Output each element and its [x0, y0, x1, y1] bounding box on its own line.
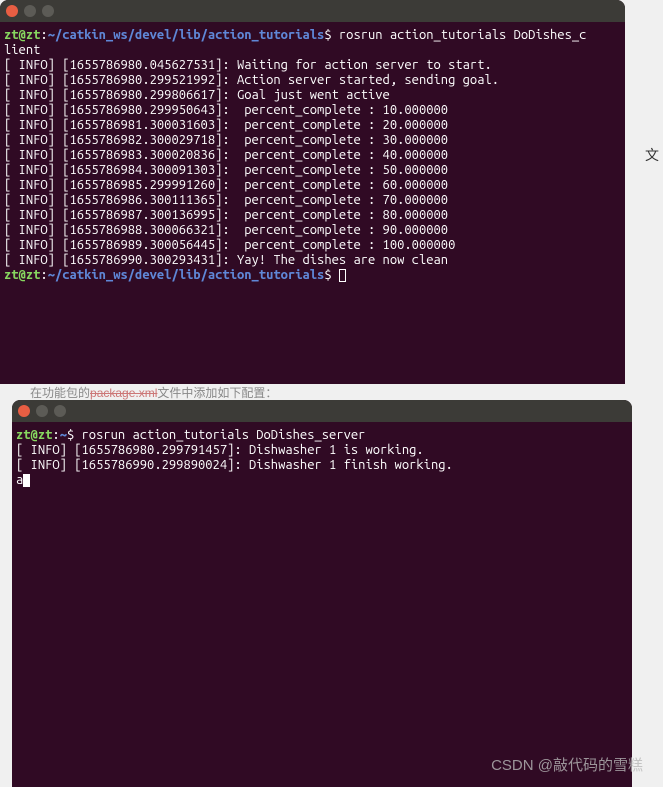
output-line: [ INFO] [1655786980.299521992]: Action s… — [4, 73, 499, 87]
background-text: 在功能包的package.xml文件中添加如下配置： — [0, 384, 663, 400]
prompt-dollar: $ — [67, 428, 74, 442]
output-line: [ INFO] [1655786986.300111365]: percent_… — [4, 193, 448, 207]
prompt-sep: : — [52, 428, 59, 442]
output-line: [ INFO] [1655786988.300066321]: percent_… — [4, 223, 448, 237]
maximize-icon[interactable] — [42, 5, 54, 17]
minimize-icon[interactable] — [36, 405, 48, 417]
output-line: [ INFO] [1655786985.299991260]: percent_… — [4, 178, 448, 192]
prompt-sep: : — [40, 268, 47, 282]
bg-link: package.xml — [90, 386, 157, 400]
terminal-body-server[interactable]: zt@zt:~$ rosrun action_tutorials DoDishe… — [12, 422, 632, 494]
close-icon[interactable] — [18, 405, 30, 417]
command-text: rosrun action_tutorials DoDishes_c — [339, 28, 587, 42]
maximize-icon[interactable] — [54, 405, 66, 417]
output-line: [ INFO] [1655786987.300136995]: percent_… — [4, 208, 448, 222]
output-line: [ INFO] [1655786981.300031603]: percent_… — [4, 118, 448, 132]
bg-suffix: 文件中添加如下配置： — [157, 386, 277, 400]
output-line: [ INFO] [1655786990.300293431]: Yay! The… — [4, 253, 448, 267]
edge-char: 文 — [645, 145, 659, 165]
output-line: [ INFO] [1655786984.300091303]: percent_… — [4, 163, 448, 177]
output-line: [ INFO] [1655786980.299791457]: Dishwash… — [16, 443, 424, 457]
output-line: [ INFO] [1655786980.045627531]: Waiting … — [4, 58, 492, 72]
output-line: [ INFO] [1655786980.299950643]: percent_… — [4, 103, 448, 117]
prompt-user: zt@zt — [16, 428, 52, 442]
output-line: [ INFO] [1655786990.299890024]: Dishwash… — [16, 458, 453, 472]
bg-prefix: 在功能包的 — [30, 386, 90, 400]
output-line: [ INFO] [1655786982.300029718]: percent_… — [4, 133, 448, 147]
prompt-path: ~/catkin_ws/devel/lib/action_tutorials — [48, 268, 325, 282]
titlebar[interactable] — [12, 400, 632, 422]
prompt-path: ~ — [60, 428, 67, 442]
output-line: [ INFO] [1655786980.299806617]: Goal jus… — [4, 88, 390, 102]
terminal-window-client: zt@zt:~/catkin_ws/devel/lib/action_tutor… — [0, 0, 625, 384]
command-text: rosrun action_tutorials DoDishes_server — [82, 428, 366, 442]
prompt-sep: : — [40, 28, 47, 42]
prompt-user: zt@zt — [4, 268, 40, 282]
prompt-user: zt@zt — [4, 28, 40, 42]
cursor-icon — [339, 269, 346, 282]
terminal-body-client[interactable]: zt@zt:~/catkin_ws/devel/lib/action_tutor… — [0, 22, 625, 289]
close-icon[interactable] — [6, 5, 18, 17]
titlebar[interactable] — [0, 0, 625, 22]
minimize-icon[interactable] — [24, 5, 36, 17]
watermark: CSDN @敲代码的雪糕 — [491, 754, 643, 775]
prompt-path: ~/catkin_ws/devel/lib/action_tutorials — [48, 28, 325, 42]
input-char: a — [16, 473, 23, 487]
output-line: [ INFO] [1655786989.300056445]: percent_… — [4, 238, 455, 252]
cursor-icon — [23, 474, 30, 487]
output-line: [ INFO] [1655786983.300020836]: percent_… — [4, 148, 448, 162]
prompt-dollar: $ — [324, 28, 331, 42]
terminal-window-server: zt@zt:~$ rosrun action_tutorials DoDishe… — [12, 400, 632, 787]
prompt-dollar: $ — [324, 268, 331, 282]
command-wrap: lient — [4, 43, 40, 57]
